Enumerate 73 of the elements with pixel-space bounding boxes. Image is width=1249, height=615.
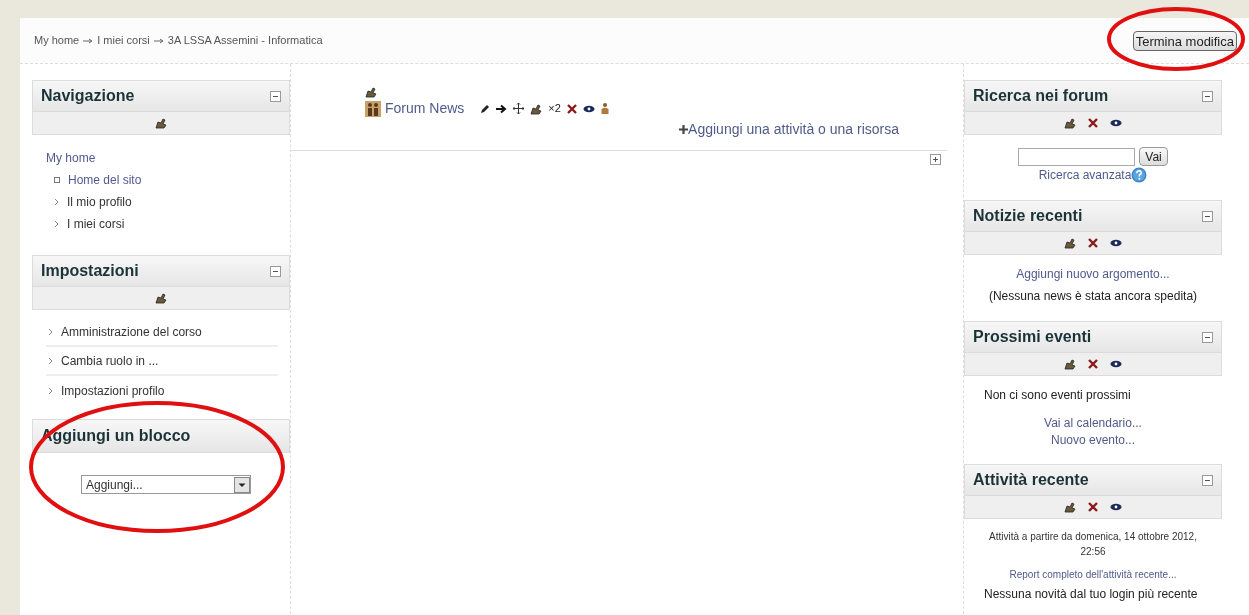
move-icon[interactable] <box>513 103 525 114</box>
collapse-icon[interactable] <box>270 265 281 277</box>
search-field[interactable] <box>1018 147 1136 166</box>
advanced-search-link[interactable]: Ricerca avanzata <box>1038 166 1132 184</box>
arrow-icon <box>153 37 164 44</box>
eye-icon[interactable] <box>1110 119 1122 127</box>
edit-icon[interactable] <box>1064 501 1076 513</box>
edit-icon[interactable] <box>1064 358 1076 370</box>
breadcrumb-link[interactable]: I miei corsi <box>97 32 150 49</box>
block-link[interactable]: Nuovo evento... <box>1050 433 1136 447</box>
block-title: Navigazione <box>41 86 135 106</box>
nav-link[interactable]: I miei corsi <box>67 215 125 233</box>
block-text: Attività a partire da domenica, 14 ottobre 2012, 22:56 <box>988 530 1198 559</box>
block-title: Prossimi eventi <box>973 327 1092 347</box>
chevron-icon <box>48 356 53 365</box>
edit-icon[interactable] <box>155 117 167 129</box>
block-text: (Nessuna news è stata ancora spedita) <box>987 288 1199 305</box>
settings-link[interactable]: Amministrazione del corso <box>61 322 202 341</box>
group-count: ×2 <box>548 101 561 117</box>
collapse-icon[interactable] <box>270 90 281 102</box>
block-link[interactable]: Report completo dell'attività recente... <box>1009 569 1177 580</box>
edit-icon[interactable] <box>365 86 377 98</box>
plus-icon <box>679 125 689 134</box>
block-title: Ricerca nei forum <box>973 86 1109 106</box>
settings-link[interactable]: Impostazioni profilo <box>61 381 165 400</box>
collapse-icon[interactable] <box>1202 210 1213 222</box>
block-title: Notizie recenti <box>973 206 1083 226</box>
block-title: Impostazioni <box>41 261 139 281</box>
delete-icon[interactable] <box>1088 502 1098 512</box>
nav-link[interactable]: Il mio profilo <box>67 193 132 211</box>
block-link[interactable]: Vai al calendario... <box>1044 416 1142 430</box>
eye-icon[interactable] <box>1110 239 1122 247</box>
finish-editing-button[interactable]: Termina modifica <box>1132 30 1237 51</box>
chevron-icon <box>54 198 59 206</box>
bullet-icon <box>54 177 60 183</box>
right-arrow-icon[interactable] <box>496 103 508 114</box>
activity-link[interactable]: Forum News <box>385 98 465 119</box>
edit-icon[interactable] <box>530 102 543 115</box>
edit-icon[interactable] <box>1064 117 1076 129</box>
eye-icon[interactable] <box>582 104 595 113</box>
expand-icon[interactable] <box>930 154 941 165</box>
eye-icon[interactable] <box>1110 503 1122 511</box>
block-title: Attività recente <box>973 470 1089 490</box>
settings-link[interactable]: Cambia ruolo in ... <box>61 351 159 370</box>
collapse-icon[interactable] <box>1202 474 1213 486</box>
add-activity-link[interactable]: Aggiungi una attività o una risorsa <box>688 119 899 140</box>
breadcrumb-link[interactable]: 3A LSSA Assemini - Informatica <box>167 32 323 49</box>
arrow-icon <box>83 37 94 44</box>
delete-icon[interactable] <box>1088 238 1098 248</box>
edit-icon[interactable] <box>1064 237 1076 249</box>
collapse-icon[interactable] <box>1202 90 1213 102</box>
chevron-icon <box>48 327 53 336</box>
delete-icon[interactable] <box>566 103 577 114</box>
search-button[interactable]: Vai <box>1139 147 1168 166</box>
delete-icon[interactable] <box>1088 359 1098 369</box>
block-text: Nessuna novità dal tuo login più recente <box>983 587 1199 601</box>
nav-link[interactable]: Home del sito <box>68 171 142 189</box>
eye-icon[interactable] <box>1110 360 1122 368</box>
help-icon[interactable] <box>1131 167 1148 183</box>
block-link[interactable]: Aggiungi nuovo argomento... <box>1016 267 1170 281</box>
pencil-icon[interactable] <box>480 103 491 114</box>
collapse-icon[interactable] <box>1202 331 1213 343</box>
nav-link[interactable]: My home <box>46 147 290 169</box>
dropdown-caret-icon <box>234 476 250 493</box>
chevron-icon <box>54 220 59 228</box>
add-block-select[interactable]: Aggiungi... <box>81 475 251 494</box>
delete-icon[interactable] <box>1088 118 1098 128</box>
chevron-icon <box>48 386 53 395</box>
breadcrumb-link[interactable]: My home <box>34 32 80 49</box>
block-text: Non ci sono eventi prossimi <box>983 388 1132 402</box>
forum-icon[interactable] <box>365 100 381 117</box>
person-icon[interactable] <box>600 103 609 114</box>
edit-icon[interactable] <box>155 292 167 304</box>
